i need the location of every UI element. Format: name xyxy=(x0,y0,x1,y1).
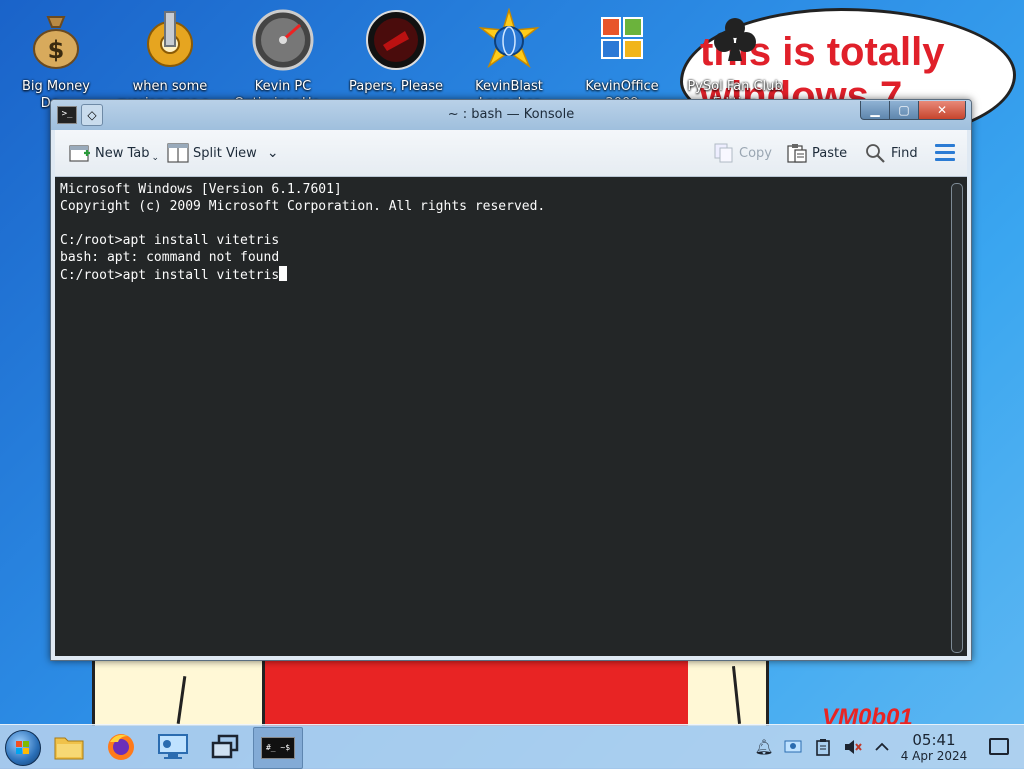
new-tab-icon xyxy=(69,143,91,163)
desktop-icon-label: when some xyxy=(132,79,208,94)
show-desktop-icon[interactable] xyxy=(989,738,1009,755)
terminal-line: C:/root>apt install vitetris xyxy=(60,233,280,248)
terminal-line: Microsoft Windows [Version 6.1.7601] xyxy=(60,182,342,197)
windows-overview-icon xyxy=(211,734,239,759)
desktop-icon-label: Kevin PC xyxy=(254,79,312,94)
copy-button[interactable]: Copy xyxy=(713,142,772,164)
split-view-icon xyxy=(167,143,189,163)
terminal-current-input: C:/root>apt install vitetris xyxy=(60,268,280,283)
konsole-window[interactable]: >_ ◇ ~ : bash — Konsole ▁ ▢ ✕ New Tab ⌄ xyxy=(50,99,972,661)
stamp-seal-icon xyxy=(364,8,428,72)
split-view-button[interactable]: Split View ⌄ xyxy=(167,142,279,164)
computer-settings-icon xyxy=(158,734,188,759)
split-view-label: Split View xyxy=(193,145,257,161)
desktop-icon-label: KevinBlast xyxy=(475,79,543,94)
chevron-down-icon: ⌄ xyxy=(151,153,160,163)
clock-date[interactable]: 4 Apr 2024 xyxy=(895,749,973,763)
find-label: Find xyxy=(891,145,918,161)
maximize-button[interactable]: ▢ xyxy=(889,101,919,120)
volume-muted-icon[interactable] xyxy=(843,737,863,757)
window-titlebar[interactable]: >_ ◇ ~ : bash — Konsole ▁ ▢ ✕ xyxy=(51,100,971,130)
office-logo-icon xyxy=(590,8,654,72)
desktop-icon-big-money[interactable]: $ Big Money De... xyxy=(1,8,111,112)
terminal-line: bash: apt: command not found xyxy=(60,250,280,265)
desktop-icon-kevinoffice[interactable]: KevinOffice 2009 xyxy=(567,8,677,112)
folder-icon xyxy=(54,737,84,760)
display-settings-icon[interactable] xyxy=(783,737,803,757)
desktop-icon-label: Papers, Please xyxy=(348,79,444,94)
close-button[interactable]: ✕ xyxy=(918,101,966,120)
clipboard-icon[interactable] xyxy=(813,737,833,757)
paste-button[interactable]: Paste xyxy=(786,142,847,164)
desktop-icon-pysol[interactable]: PySol Fan Club Edition xyxy=(680,8,790,112)
windows-logo-icon xyxy=(16,741,29,754)
terminal-output[interactable]: Microsoft Windows [Version 6.1.7601] Cop… xyxy=(55,177,967,656)
desktop-icon-when-some[interactable]: when some russian runs a... xyxy=(115,8,225,112)
speedometer-icon xyxy=(251,8,315,72)
desktop-icon-kevinblast[interactable]: KevinBlast Launcher xyxy=(454,8,564,112)
taskbar-system-settings[interactable] xyxy=(151,727,195,767)
window-title: ~ : bash — Konsole xyxy=(447,107,575,122)
desktop-icon-label: PySol Fan Club xyxy=(687,79,783,94)
desktop-icon-label: KevinOffice xyxy=(585,79,659,94)
terminal-cursor xyxy=(279,266,288,281)
svg-text:$: $ xyxy=(48,36,65,64)
paste-label: Paste xyxy=(812,145,848,161)
taskbar-firefox[interactable] xyxy=(99,727,143,767)
terminal-line: Copyright (c) 2009 Microsoft Corporation… xyxy=(60,199,546,214)
taskbar: #_ ~$ 🔔︎ 05:41 4 Apr 2024 xyxy=(0,724,1024,769)
taskbar-konsole-active[interactable]: #_ ~$ xyxy=(253,727,303,769)
hamburger-menu-icon[interactable] xyxy=(935,144,955,162)
chevron-up-icon[interactable] xyxy=(872,737,892,757)
copy-icon xyxy=(713,143,735,163)
terminal-prompt-line: C:/root>apt install vitetris xyxy=(60,266,545,283)
search-icon xyxy=(865,143,887,163)
club-suit-icon xyxy=(703,8,767,72)
wallpaper-cream-right xyxy=(688,656,769,726)
find-button[interactable]: Find xyxy=(865,142,918,164)
wallpaper-red-block xyxy=(262,656,694,726)
konsole-toolbar: New Tab ⌄ Split View ⌄ Copy Paste Find xyxy=(55,130,967,177)
new-tab-button[interactable]: New Tab ⌄ xyxy=(69,142,159,164)
start-button[interactable] xyxy=(5,730,41,766)
notifications-bell-icon[interactable]: 🔔︎ xyxy=(754,737,774,757)
clock-time[interactable]: 05:41 xyxy=(898,731,970,749)
copy-label: Copy xyxy=(739,145,772,161)
terminal-icon: #_ ~$ xyxy=(261,737,295,759)
gear-icon xyxy=(138,8,202,72)
taskbar-file-manager[interactable] xyxy=(47,727,91,767)
terminal-scrollbar[interactable] xyxy=(951,183,963,653)
desktop-icon-kevin-pc[interactable]: Kevin PC Optimizer Ho... xyxy=(228,8,338,112)
firefox-icon xyxy=(108,734,134,760)
terminal-lines: Microsoft Windows [Version 6.1.7601] Cop… xyxy=(60,181,545,283)
desktop-icon-papers-please[interactable]: Papers, Please xyxy=(341,8,451,95)
globe-icon xyxy=(477,8,541,72)
chevron-down-icon[interactable]: ⌄ xyxy=(267,145,279,161)
money-bag-icon: $ xyxy=(24,8,88,72)
taskbar-window-switcher[interactable] xyxy=(203,727,247,767)
minimize-button[interactable]: ▁ xyxy=(860,101,890,120)
new-tab-label: New Tab xyxy=(95,145,150,161)
desktop-icon-label: Big Money xyxy=(21,79,90,94)
paste-icon xyxy=(786,143,808,163)
